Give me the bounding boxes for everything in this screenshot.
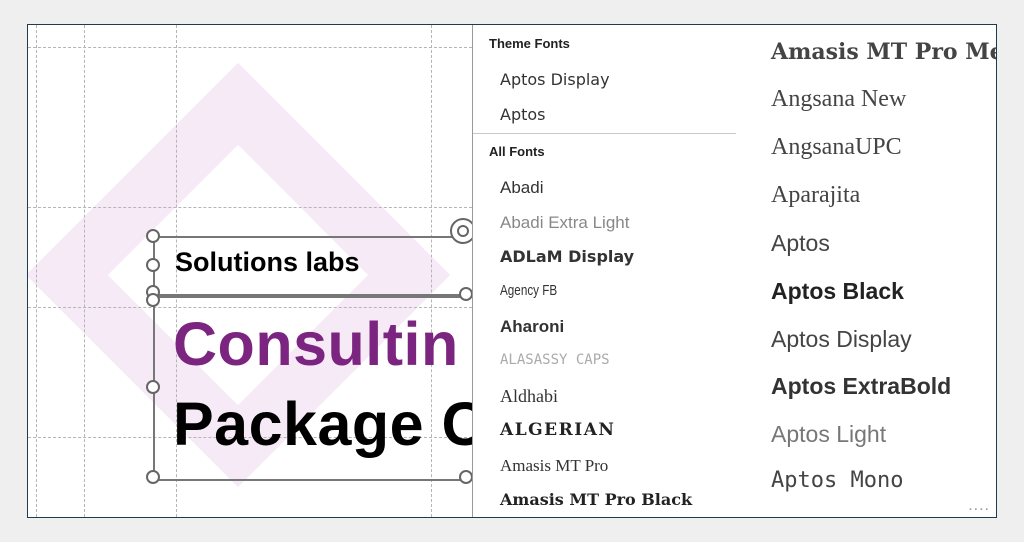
scroll-more-indicator: ....: [968, 497, 990, 514]
headline-selection-box[interactable]: [153, 294, 472, 481]
font-dropdown-menu: Theme Fonts Aptos Display Aptos All Font…: [472, 25, 737, 517]
menu-item-aldhabi[interactable]: Aldhabi: [500, 386, 558, 407]
gallery-item-aptos-extrabold[interactable]: Aptos ExtraBold: [771, 373, 951, 400]
gallery-item-amasis-mt-pro-medium[interactable]: Amasis MT Pro Medium: [771, 39, 996, 65]
resize-handle[interactable]: [146, 293, 160, 307]
menu-item-adlam-display[interactable]: ADLaM Display: [500, 247, 634, 266]
gallery-item-aptos-black[interactable]: Aptos Black: [771, 278, 904, 305]
resize-handle[interactable]: [146, 380, 160, 394]
resize-handle[interactable]: [146, 258, 160, 272]
gallery-item-aptos-mono[interactable]: Aptos Mono: [771, 468, 903, 493]
menu-item-aptos[interactable]: Aptos: [500, 105, 546, 124]
resize-handle[interactable]: [146, 229, 160, 243]
rotate-handle-icon[interactable]: [450, 218, 472, 244]
gridline: [28, 207, 472, 208]
gallery-item-aptos[interactable]: Aptos: [771, 230, 830, 257]
gridline: [36, 25, 37, 517]
menu-item-aharoni[interactable]: Aharoni: [500, 317, 564, 337]
menu-item-algerian[interactable]: ALGERIAN: [500, 420, 615, 440]
menu-item-amasis-mt-pro[interactable]: Amasis MT Pro: [500, 456, 608, 476]
gallery-item-angsana-new[interactable]: Angsana New: [771, 86, 906, 113]
gallery-item-aparajita[interactable]: Aparajita: [771, 182, 860, 209]
menu-item-abadi-extra-light[interactable]: Abadi Extra Light: [500, 213, 629, 233]
resize-handle[interactable]: [459, 470, 472, 484]
gallery-item-angsanaupc[interactable]: AngsanaUPC: [771, 134, 902, 161]
menu-item-agency-fb[interactable]: Agency FB: [500, 282, 557, 299]
screenshot-frame: Solutions labs Consultin Package C Theme…: [27, 24, 997, 518]
gridline: [84, 25, 85, 517]
slide-canvas[interactable]: Solutions labs Consultin Package C: [28, 25, 472, 517]
subtitle-selection-box[interactable]: [153, 236, 472, 298]
menu-item-aptos-display[interactable]: Aptos Display: [500, 70, 610, 89]
menu-item-amasis-mt-pro-black[interactable]: Amasis MT Pro Black: [500, 490, 692, 509]
gallery-item-aptos-light[interactable]: Aptos Light: [771, 421, 886, 448]
section-theme-fonts: Theme Fonts: [489, 36, 570, 51]
section-all-fonts: All Fonts: [489, 144, 545, 159]
resize-handle[interactable]: [459, 287, 472, 301]
gallery-item-aptos-display[interactable]: Aptos Display: [771, 326, 912, 353]
gridline: [28, 47, 472, 48]
menu-item-abadi[interactable]: Abadi: [500, 178, 543, 198]
font-gallery: Amasis MT Pro Medium Angsana New Angsana…: [736, 25, 996, 517]
menu-item-alasassy-caps[interactable]: ALASASSY CAPS: [500, 352, 610, 368]
resize-handle[interactable]: [146, 470, 160, 484]
menu-separator: [473, 133, 736, 134]
